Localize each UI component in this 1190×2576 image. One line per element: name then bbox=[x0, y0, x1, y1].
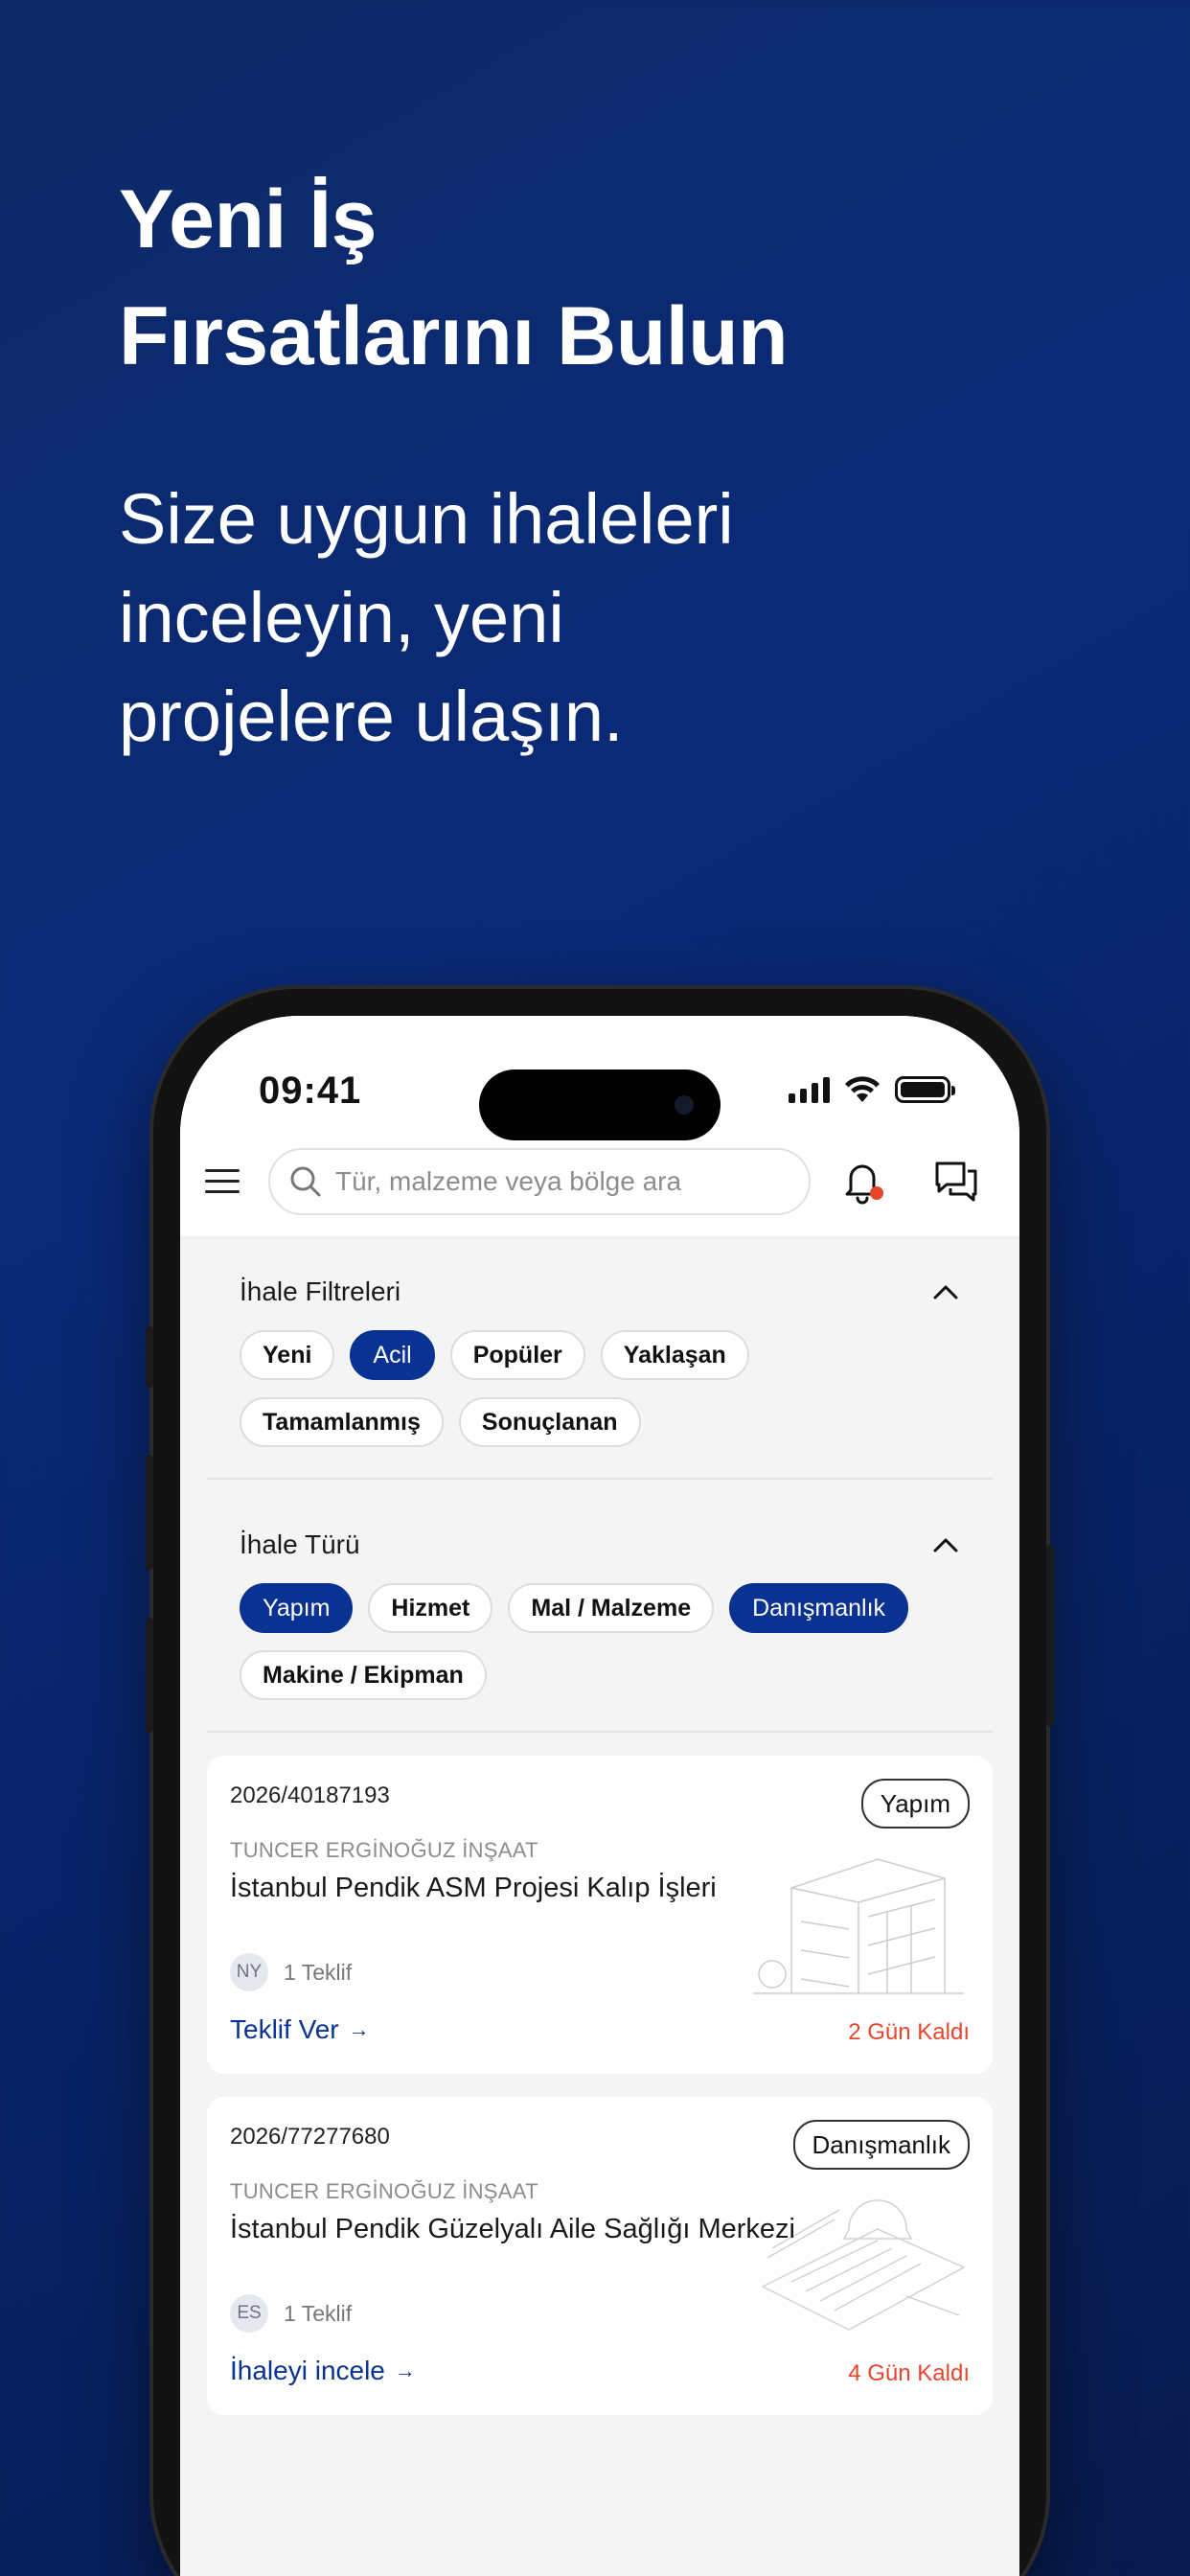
section-divider bbox=[207, 1731, 993, 1733]
tender-type-badge: Yapım bbox=[860, 1779, 970, 1828]
building-illustration bbox=[753, 1858, 964, 1994]
headline-line-2: Fırsatlarını Bulun bbox=[119, 290, 789, 382]
dynamic-island bbox=[479, 1070, 721, 1140]
phone-volume-up bbox=[146, 1455, 153, 1570]
tender-title: İstanbul Pendik ASM Projesi Kalıp İşleri bbox=[230, 1873, 717, 1903]
chat-icon bbox=[935, 1162, 977, 1202]
tender-company: TUNCER ERGİNOĞUZ İNŞAAT bbox=[230, 1838, 538, 1862]
search-bar[interactable] bbox=[268, 1148, 811, 1215]
phone-silent-switch bbox=[146, 1326, 153, 1388]
cta-label: Teklif Ver bbox=[230, 2014, 339, 2044]
chip-yapim[interactable]: Yapım bbox=[240, 1583, 354, 1633]
messages-button[interactable] bbox=[931, 1156, 981, 1206]
chip-mal-malzeme[interactable]: Mal / Malzeme bbox=[508, 1583, 715, 1633]
arrow-right-icon: → bbox=[348, 2017, 370, 2041]
deadline-label: 4 Gün Kaldı bbox=[848, 2360, 970, 2386]
chip-sonuclanan[interactable]: Sonuçlanan bbox=[458, 1397, 641, 1447]
blueprint-illustration bbox=[761, 2199, 966, 2331]
battery-icon bbox=[895, 1076, 955, 1103]
tender-code: 2026/77277680 bbox=[230, 2124, 390, 2150]
notification-dot bbox=[870, 1186, 883, 1200]
submit-offer-link[interactable]: Teklif Ver → bbox=[230, 2014, 370, 2045]
tender-card[interactable]: 2026/40187193 Yapım TUNCER ERGİNOĞUZ İNŞ… bbox=[207, 1756, 993, 2074]
chip-danismanlik[interactable]: Danışmanlık bbox=[729, 1583, 909, 1633]
headline-line-1: Yeni İş bbox=[119, 173, 378, 265]
status-icons bbox=[789, 1075, 955, 1104]
deadline-label: 2 Gün Kaldı bbox=[848, 2019, 970, 2045]
tender-filters-header[interactable]: İhale Filtreleri bbox=[207, 1273, 993, 1311]
tender-bids: NY 1 Teklif bbox=[230, 1953, 352, 1991]
arrow-right-icon: → bbox=[394, 2358, 416, 2382]
camera-icon bbox=[675, 1095, 694, 1115]
section-divider bbox=[207, 1478, 993, 1480]
bid-count: 1 Teklif bbox=[284, 1959, 353, 1985]
tender-type-title: İhale Türü bbox=[240, 1530, 360, 1559]
chip-yeni[interactable]: Yeni bbox=[240, 1330, 335, 1380]
chip-hizmet[interactable]: Hizmet bbox=[368, 1583, 493, 1633]
cta-label: İhaleyi incele bbox=[230, 2356, 385, 2385]
phone-volume-down bbox=[146, 1618, 153, 1733]
search-icon bbox=[290, 1166, 321, 1197]
chevron-up-icon[interactable] bbox=[931, 1535, 960, 1554]
cellular-signal-icon bbox=[789, 1076, 830, 1103]
avatar: NY bbox=[230, 1953, 268, 1991]
notifications-button[interactable] bbox=[837, 1156, 887, 1206]
tender-filters-section: İhale Filtreleri Yeni Acil Popüler Yakla… bbox=[207, 1273, 993, 1447]
tender-title: İstanbul Pendik Güzelyalı Aile Sağlığı M… bbox=[230, 2214, 795, 2244]
chip-acil[interactable]: Acil bbox=[350, 1330, 435, 1380]
bid-count: 1 Teklif bbox=[284, 2300, 353, 2326]
subline-line-3: projelere ulaşın. bbox=[119, 677, 624, 756]
subline-line-2: inceleyin, yeni bbox=[119, 578, 564, 657]
chevron-up-icon[interactable] bbox=[931, 1282, 960, 1301]
status-time: 09:41 bbox=[259, 1070, 362, 1112]
phone-frame: 09:41 Tür, malzeme veya bölge ara İhale … bbox=[146, 989, 1054, 2576]
search-input[interactable] bbox=[335, 1166, 786, 1197]
avatar: ES bbox=[230, 2294, 268, 2333]
tender-company: TUNCER ERGİNOĞUZ İNŞAAT bbox=[230, 2179, 538, 2203]
promo-headline: Yeni İş Fırsatlarını Bulun bbox=[119, 161, 789, 395]
chip-populer[interactable]: Popüler bbox=[449, 1330, 585, 1380]
review-tender-link[interactable]: İhaleyi incele → bbox=[230, 2356, 416, 2386]
phone-screen: 09:41 Tür, malzeme veya bölge ara İhale … bbox=[180, 1016, 1019, 2576]
hamburger-menu-icon[interactable] bbox=[205, 1169, 240, 1196]
tender-filter-chips: Yeni Acil Popüler Yaklaşan Tamamlanmış S… bbox=[207, 1311, 993, 1447]
subline-line-1: Size uygun ihaleleri bbox=[119, 479, 734, 559]
wifi-icon bbox=[845, 1076, 880, 1102]
chip-yaklasan[interactable]: Yaklaşan bbox=[600, 1330, 749, 1380]
promo-subline: Size uygun ihaleleri inceleyin, yeni pro… bbox=[119, 470, 734, 766]
tender-type-header[interactable]: İhale Türü bbox=[207, 1526, 993, 1564]
phone-power-button bbox=[1046, 1545, 1054, 1727]
tender-card[interactable]: 2026/77277680 Danışmanlık TUNCER ERGİNOĞ… bbox=[207, 2097, 993, 2415]
chip-tamamlanmis[interactable]: Tamamlanmış bbox=[240, 1397, 444, 1447]
tender-code: 2026/40187193 bbox=[230, 1782, 390, 1808]
tender-type-chips: Yapım Hizmet Mal / Malzeme Danışmanlık M… bbox=[207, 1564, 993, 1700]
chip-makine-ekipman[interactable]: Makine / Ekipman bbox=[240, 1650, 487, 1700]
tender-bids: ES 1 Teklif bbox=[230, 2294, 352, 2333]
tender-filters-title: İhale Filtreleri bbox=[240, 1276, 401, 1306]
tender-type-badge: Danışmanlık bbox=[792, 2120, 970, 2170]
tender-type-section: İhale Türü Yapım Hizmet Mal / Malzeme Da… bbox=[207, 1526, 993, 1700]
